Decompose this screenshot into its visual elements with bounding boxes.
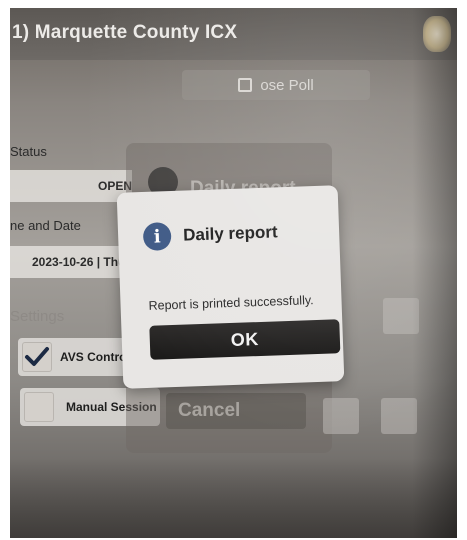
app-title: 1) Marquette County ICX <box>12 22 238 43</box>
manual-session-checkbox[interactable] <box>24 392 54 422</box>
info-icon: i <box>142 222 172 252</box>
title-bar: 1) Marquette County ICX <box>10 8 457 60</box>
lock-icon <box>238 78 253 92</box>
time-date-value: 2023-10-26 | Thu <box>32 255 126 269</box>
status-label: Status <box>10 144 47 159</box>
ok-button[interactable]: OK <box>149 319 341 360</box>
avs-controller-checkbox[interactable] <box>22 342 52 372</box>
close-poll-label: ose Poll <box>260 76 314 94</box>
daily-report-dialog: i Daily report Report is printed success… <box>116 185 345 389</box>
tile-icon[interactable] <box>323 398 359 434</box>
ceiling-light-reflection <box>423 16 451 52</box>
photo-bottom-shadow <box>10 458 457 538</box>
time-date-label: ne and Date <box>10 218 81 233</box>
poll-info-panel: Status OPEN ne and Date 2023-10-26 | Thu <box>10 138 132 428</box>
screen-photo: 1) Marquette County ICX ose Poll Status … <box>10 8 457 538</box>
checkmark-icon <box>25 347 49 366</box>
time-date-row: 2023-10-26 | Thu <box>10 246 132 278</box>
settings-heading: Settings <box>10 308 65 325</box>
tile-icon[interactable] <box>383 298 419 334</box>
tile-icon[interactable] <box>381 398 417 434</box>
cancel-button[interactable]: Cancel <box>166 393 306 429</box>
dialog-message: Report is printed successfully. <box>148 293 314 313</box>
dialog-title: Daily report <box>182 222 278 245</box>
close-poll-button[interactable]: ose Poll <box>182 70 370 100</box>
status-value-row: OPEN <box>10 170 132 202</box>
